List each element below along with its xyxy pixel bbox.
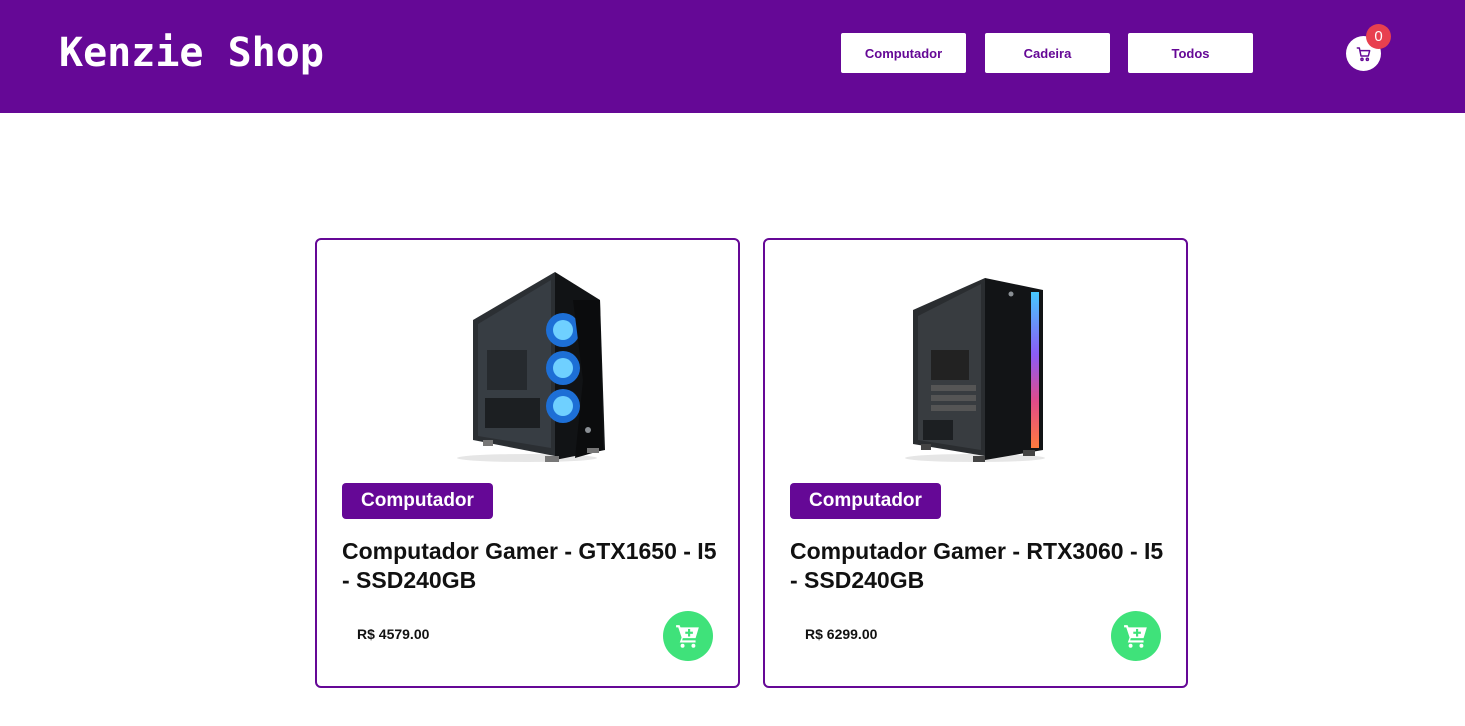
nav-button-todos[interactable]: Todos [1128, 33, 1253, 73]
product-image [317, 260, 738, 465]
product-category-tag: Computador [790, 483, 941, 519]
cart-count-badge: 0 [1366, 24, 1391, 49]
header: Kenzie Shop Computador Cadeira Todos 0 [0, 0, 1465, 113]
product-image [765, 260, 1186, 465]
product-title: Computador Gamer - GTX1650 - I5 - SSD240… [342, 538, 717, 593]
product-category-tag: Computador [342, 483, 493, 519]
product-card: Computador Computador Gamer - RTX3060 - … [763, 238, 1188, 688]
product-card: Computador Computador Gamer - GTX1650 - … [315, 238, 740, 688]
add-to-cart-button[interactable] [663, 611, 713, 661]
nav-button-cadeira[interactable]: Cadeira [985, 33, 1110, 73]
product-title: Computador Gamer - RTX3060 - I5 - SSD240… [790, 538, 1164, 593]
add-to-cart-icon [676, 625, 699, 648]
shopping-cart-icon [1356, 46, 1370, 61]
add-to-cart-button[interactable] [1111, 611, 1161, 661]
logo: Kenzie Shop [59, 30, 324, 76]
product-price: R$ 6299.00 [805, 626, 878, 642]
nav-button-computador[interactable]: Computador [841, 33, 966, 73]
add-to-cart-icon [1124, 625, 1147, 648]
product-price: R$ 4579.00 [357, 626, 430, 642]
